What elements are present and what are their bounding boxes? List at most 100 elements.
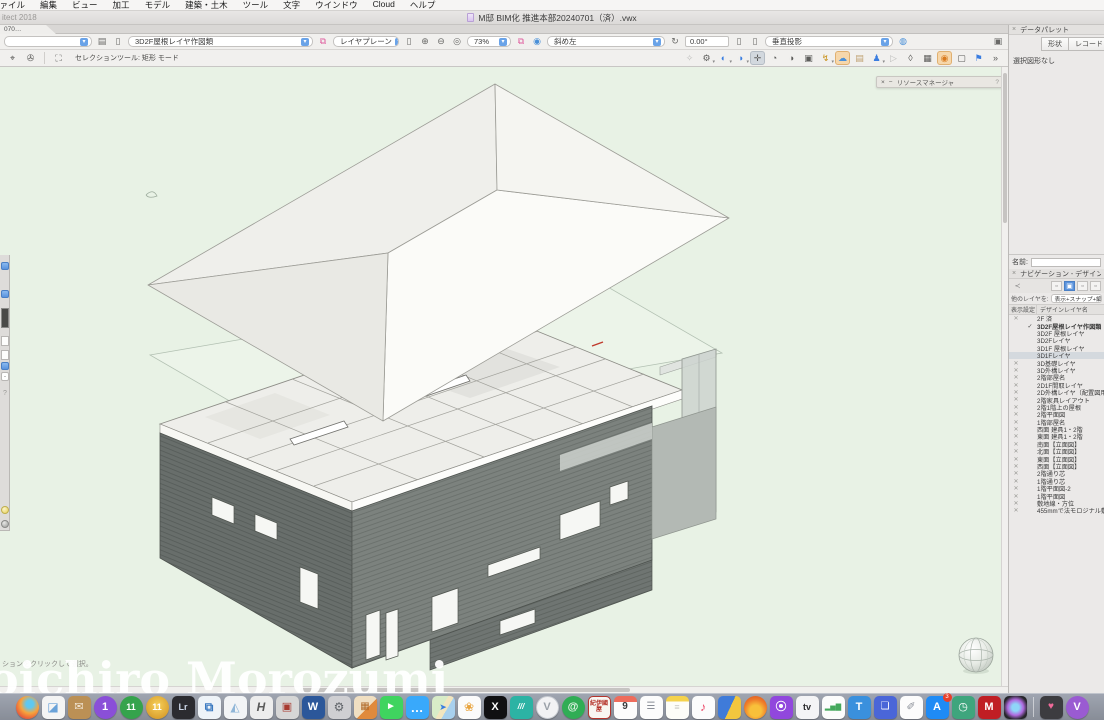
saved-view-combo[interactable]: ▾ xyxy=(4,36,92,47)
hidden-icon[interactable]: ✕ xyxy=(1009,367,1023,374)
hidden-icon[interactable]: ✕ xyxy=(1009,374,1023,381)
green-11-icon[interactable]: 11 xyxy=(120,696,143,719)
page-setup-icon[interactable]: ▯ xyxy=(112,36,124,48)
hidden-icon[interactable]: ✕ xyxy=(1009,389,1023,396)
menu-item[interactable]: ウインドウ xyxy=(315,0,358,11)
stack-icon[interactable]: ⧉ xyxy=(198,696,221,719)
v-light-icon[interactable]: V xyxy=(536,696,559,719)
collapse-icon[interactable]: − xyxy=(889,79,893,86)
blue-yellow-icon[interactable] xyxy=(718,696,741,719)
mail-icon[interactable]: ✉ xyxy=(68,696,91,719)
hidden-icon[interactable]: ✕ xyxy=(1009,433,1023,440)
active-layer-combo[interactable]: 3D2F屋根レイヤ作図類 ▾ xyxy=(128,36,313,47)
render-tool-9-icon[interactable]: ☁ xyxy=(835,51,850,65)
zoom-out-icon[interactable]: ⊖ xyxy=(435,36,447,48)
hidden-icon[interactable]: ✕ xyxy=(1009,419,1023,426)
marquee-mode-icon[interactable]: ⛶ xyxy=(51,51,66,65)
lightroom-icon[interactable]: Lr xyxy=(172,696,195,719)
render-tool-5-icon[interactable]: ◔ xyxy=(767,51,782,65)
horizontal-scrollbar[interactable] xyxy=(0,686,1008,693)
timemachine-icon[interactable]: ◷ xyxy=(952,696,975,719)
render-tool-14-icon[interactable]: ▦ xyxy=(920,51,935,65)
facetime-icon[interactable]: ► xyxy=(380,696,403,719)
render-tool-4-icon[interactable]: ✛ xyxy=(750,51,765,65)
menu-item[interactable]: 文字 xyxy=(283,0,300,11)
clip-cube-icon[interactable]: ⧉ xyxy=(515,36,527,48)
render-tool-10-icon[interactable]: ▤ xyxy=(852,51,867,65)
x-icon[interactable]: X xyxy=(484,696,507,719)
layer-row[interactable]: ✕455mmで法モロジナル敷図 xyxy=(1009,507,1104,514)
render-tool-8-icon[interactable]: ↯▾ xyxy=(818,51,833,65)
hidden-icon[interactable]: ✕ xyxy=(1009,478,1023,485)
document-tab[interactable]: 070… xyxy=(0,25,56,34)
zoom-level-combo[interactable]: 73% ▾ xyxy=(467,36,511,47)
gold-11-icon[interactable]: 11 xyxy=(146,696,169,719)
shadow-ball-icon[interactable] xyxy=(1,520,9,528)
appstore-icon[interactable]: A3 xyxy=(926,696,949,719)
prism-icon[interactable]: ◭ xyxy=(224,696,247,719)
visibility-eye-icon[interactable]: ◉ xyxy=(531,36,543,48)
tab-shape[interactable]: 形状 xyxy=(1041,37,1069,51)
nav-mode-3-button[interactable]: ▫ xyxy=(1090,281,1101,291)
nav-mode-2-button[interactable]: ▫ xyxy=(1077,281,1088,291)
render-tool-13-icon[interactable]: ◊ xyxy=(903,51,918,65)
close-icon[interactable]: × xyxy=(881,79,885,86)
zoom-in-icon[interactable]: ⊕ xyxy=(419,36,431,48)
close-icon[interactable]: × xyxy=(1012,270,1016,277)
planner-icon[interactable]: ▦ xyxy=(354,696,377,719)
render-tool-17-icon[interactable]: ⚑ xyxy=(971,51,986,65)
render-ball-icon[interactable] xyxy=(1,506,9,514)
word-icon[interactable]: W xyxy=(302,696,325,719)
projection-combo[interactable]: 垂直投影 ▾ xyxy=(765,36,893,47)
resource-manager-palette[interactable]: × − リソースマネージャ ? xyxy=(876,76,1004,88)
pen-color-swatch[interactable] xyxy=(1,336,9,346)
hidden-icon[interactable]: ✕ xyxy=(1009,411,1023,418)
calendar-icon[interactable]: 9 xyxy=(614,696,637,719)
menu-item[interactable]: Cloud xyxy=(373,0,395,11)
hidden-icon[interactable]: ✕ xyxy=(1009,404,1023,411)
share-icon[interactable]: ≺ xyxy=(1012,281,1023,291)
render-tool-15-icon[interactable]: ◉ xyxy=(937,51,952,65)
view-orientation-combo[interactable]: 斜め左 ▾ xyxy=(547,36,665,47)
menu-item[interactable]: モデル xyxy=(145,0,171,11)
vertical-scrollbar[interactable] xyxy=(1001,67,1008,686)
render-tool-7-icon[interactable]: ▣ xyxy=(801,51,816,65)
menu-item[interactable]: ファイル xyxy=(0,0,25,11)
render-tool-0-icon[interactable]: ✧ xyxy=(682,51,697,65)
plane-combo[interactable]: レイヤプレーン ▾ xyxy=(333,36,399,47)
viewbar-more-button[interactable]: ▣ xyxy=(992,36,1004,48)
render-tool-2-icon[interactable]: ◐▾ xyxy=(716,51,731,65)
shapes-icon[interactable]: ❏ xyxy=(874,696,897,719)
hidden-icon[interactable]: ✕ xyxy=(1009,448,1023,455)
rotation-angle-field[interactable]: 0.00° xyxy=(685,36,729,47)
hidden-icon[interactable]: ✕ xyxy=(1009,382,1023,389)
help-icon[interactable]: ? xyxy=(995,79,999,86)
hidden-icon[interactable]: ✕ xyxy=(1009,493,1023,500)
layer-link-icon[interactable]: ⧉ xyxy=(317,36,329,48)
close-icon[interactable]: × xyxy=(1012,26,1016,33)
reminders-icon[interactable]: ☰ xyxy=(640,696,663,719)
menu-item[interactable]: 編集 xyxy=(40,0,57,11)
dark-pink-icon[interactable]: ♥ xyxy=(1040,696,1063,719)
data-palette-header[interactable]: × データパレット xyxy=(1009,25,1104,35)
drawing-canvas[interactable]: × − リソースマネージャ ? - ? xyxy=(0,67,1008,693)
menu-item[interactable]: 建築・土木 xyxy=(185,0,228,11)
siri-icon[interactable] xyxy=(1004,696,1027,719)
hidden-icon[interactable]: ✕ xyxy=(1009,470,1023,477)
hidden-icon[interactable]: ✕ xyxy=(1009,507,1023,514)
title-bar[interactable]: itect 2018 M邸 BIM化 推進本部20240701（済）.vwx xyxy=(0,11,1104,25)
preview-icon[interactable]: ◪ xyxy=(42,696,65,719)
teal-slash-icon[interactable]: /// xyxy=(510,696,533,719)
model-3d-view[interactable] xyxy=(0,67,1008,693)
print-icon[interactable]: ▤ xyxy=(96,36,108,48)
printer-icon[interactable]: ▣ xyxy=(276,696,299,719)
tab-record[interactable]: レコード xyxy=(1069,37,1104,51)
magnifier-icon[interactable]: ◎ xyxy=(451,36,463,48)
messages-icon[interactable]: … xyxy=(406,696,429,719)
nav-sphere[interactable] xyxy=(959,638,993,674)
handbrake-icon[interactable]: H xyxy=(250,696,273,719)
settings-icon[interactable]: ⚙ xyxy=(328,696,351,719)
hidden-icon[interactable]: ✕ xyxy=(1009,441,1023,448)
hidden-icon[interactable]: ✕ xyxy=(1009,396,1023,403)
layout-b-icon[interactable]: ▯ xyxy=(749,36,761,48)
